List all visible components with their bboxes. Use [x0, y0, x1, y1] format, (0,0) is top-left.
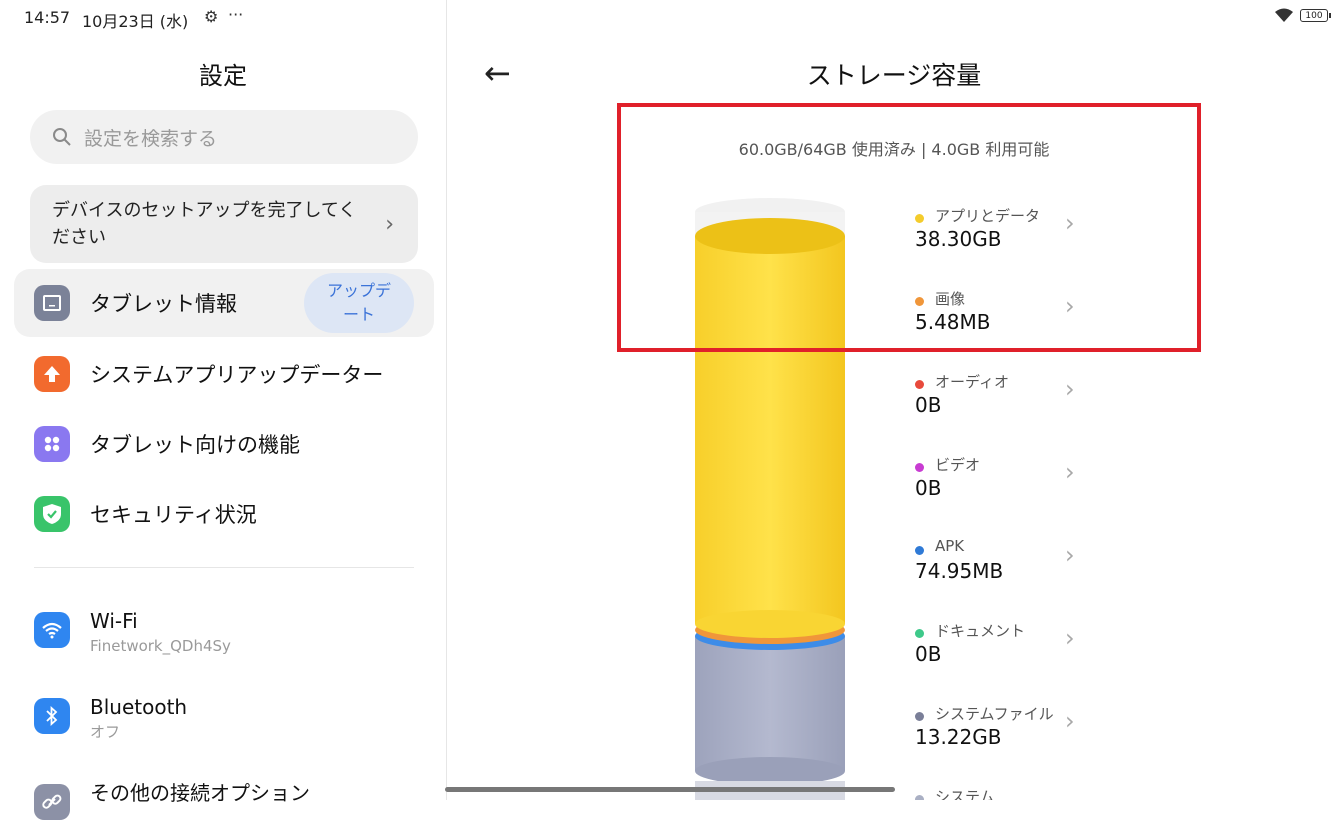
status-right: 100	[1274, 8, 1331, 23]
legend-dot	[915, 463, 924, 472]
category-apk[interactable]: APK 74.95MB ›	[915, 537, 1085, 599]
sidebar-item-more-connections[interactable]: その他の接続オプション	[34, 780, 434, 820]
category-name: オーディオ	[935, 373, 1009, 391]
sidebar-item-tablet-features[interactable]: タブレット向けの機能	[14, 410, 434, 478]
category-value: 0B	[915, 642, 942, 666]
category-value: 0B	[915, 393, 942, 417]
cylinder-system-body	[695, 636, 845, 771]
bluetooth-status: オフ	[90, 723, 121, 741]
status-date: 10月23日 (水)	[82, 12, 189, 31]
tablet-icon	[34, 285, 70, 321]
setup-card[interactable]: デバイスのセットアップを完了してください ›	[30, 185, 418, 263]
wifi-network: Finetwork_QDh4Sy	[90, 637, 231, 655]
search-icon	[53, 128, 71, 146]
sidebar-item-security[interactable]: セキュリティ状況	[14, 480, 434, 548]
bluetooth-label: Bluetooth	[90, 695, 188, 719]
category-name: ドキュメント	[935, 622, 1026, 640]
chevron-right-icon: ›	[385, 212, 394, 237]
category-video[interactable]: ビデオ 0B ›	[915, 456, 1085, 516]
status-time: 14:57	[24, 8, 71, 27]
pane-divider	[446, 0, 447, 800]
legend-dot	[915, 795, 924, 800]
chevron-right-icon: ›	[1065, 375, 1075, 403]
setup-card-label: デバイスのセットアップを完了してください	[52, 200, 357, 248]
wifi-icon	[34, 612, 70, 648]
update-badge-label: アップデート	[326, 281, 391, 324]
category-name: ビデオ	[935, 456, 981, 474]
sidebar-item-bluetooth[interactable]: Bluetooth オフ	[34, 694, 434, 744]
wifi-label: Wi-Fi	[90, 609, 138, 633]
category-value: 13.22GB	[915, 725, 1002, 749]
settings-title: 設定	[199, 62, 247, 90]
category-name: システム	[935, 788, 995, 800]
apps-grid-icon	[34, 426, 70, 462]
chevron-right-icon: ›	[1065, 458, 1075, 486]
cylinder-apps-bottom	[695, 610, 845, 638]
category-audio[interactable]: オーディオ 0B ›	[915, 373, 1085, 433]
category-value: 74.95MB	[915, 559, 1004, 583]
arrow-up-icon	[34, 356, 70, 392]
chevron-right-icon: ›	[1065, 707, 1075, 735]
search-input[interactable]: 設定を検索する	[30, 110, 418, 164]
chevron-right-icon: ›	[1065, 624, 1075, 652]
chevron-right-icon: ›	[1065, 541, 1075, 569]
legend-dot	[915, 629, 924, 638]
page-title: ストレージ容量	[806, 61, 982, 90]
category-name: APK	[935, 537, 965, 555]
wifi-icon	[1275, 8, 1293, 22]
sidebar-item-label: タブレット情報	[90, 292, 237, 316]
sidebar-item-tablet-info[interactable]: タブレット情報 アップデート	[14, 269, 434, 337]
bluetooth-icon	[34, 698, 70, 734]
legend-dot	[915, 546, 924, 555]
legend-dot	[915, 380, 924, 389]
battery-icon: 100	[1300, 9, 1331, 22]
search-placeholder: 設定を検索する	[84, 127, 218, 150]
highlight-box	[617, 103, 1201, 352]
more-icon: ···	[228, 5, 244, 24]
category-documents[interactable]: ドキュメント 0B ›	[915, 622, 1085, 682]
category-system[interactable]: システム	[915, 788, 1085, 800]
sidebar-item-system-app-updater[interactable]: システムアプリアップデーター	[14, 340, 434, 408]
home-indicator[interactable]	[445, 787, 895, 792]
more-connections-label: その他の接続オプション	[90, 781, 310, 805]
legend-dot	[915, 712, 924, 721]
category-value: 0B	[915, 476, 942, 500]
link-icon	[34, 784, 70, 820]
cylinder-system-bottom	[695, 757, 845, 785]
divider	[34, 567, 414, 568]
update-badge-button[interactable]: アップデート	[304, 273, 414, 333]
category-system-files[interactable]: システムファイル 13.22GB ›	[915, 705, 1085, 765]
category-name: システムファイル	[935, 705, 1054, 723]
battery-level: 100	[1305, 10, 1323, 21]
sidebar-item-label: タブレット向けの機能	[90, 433, 300, 457]
sidebar-item-label: セキュリティ状況	[90, 503, 257, 527]
shield-icon	[34, 496, 70, 532]
gear-icon: ⚙	[204, 7, 219, 26]
sidebar-item-label: システムアプリアップデーター	[90, 363, 384, 387]
sidebar-item-wifi[interactable]: Wi-Fi Finetwork_QDh4Sy	[34, 608, 434, 658]
